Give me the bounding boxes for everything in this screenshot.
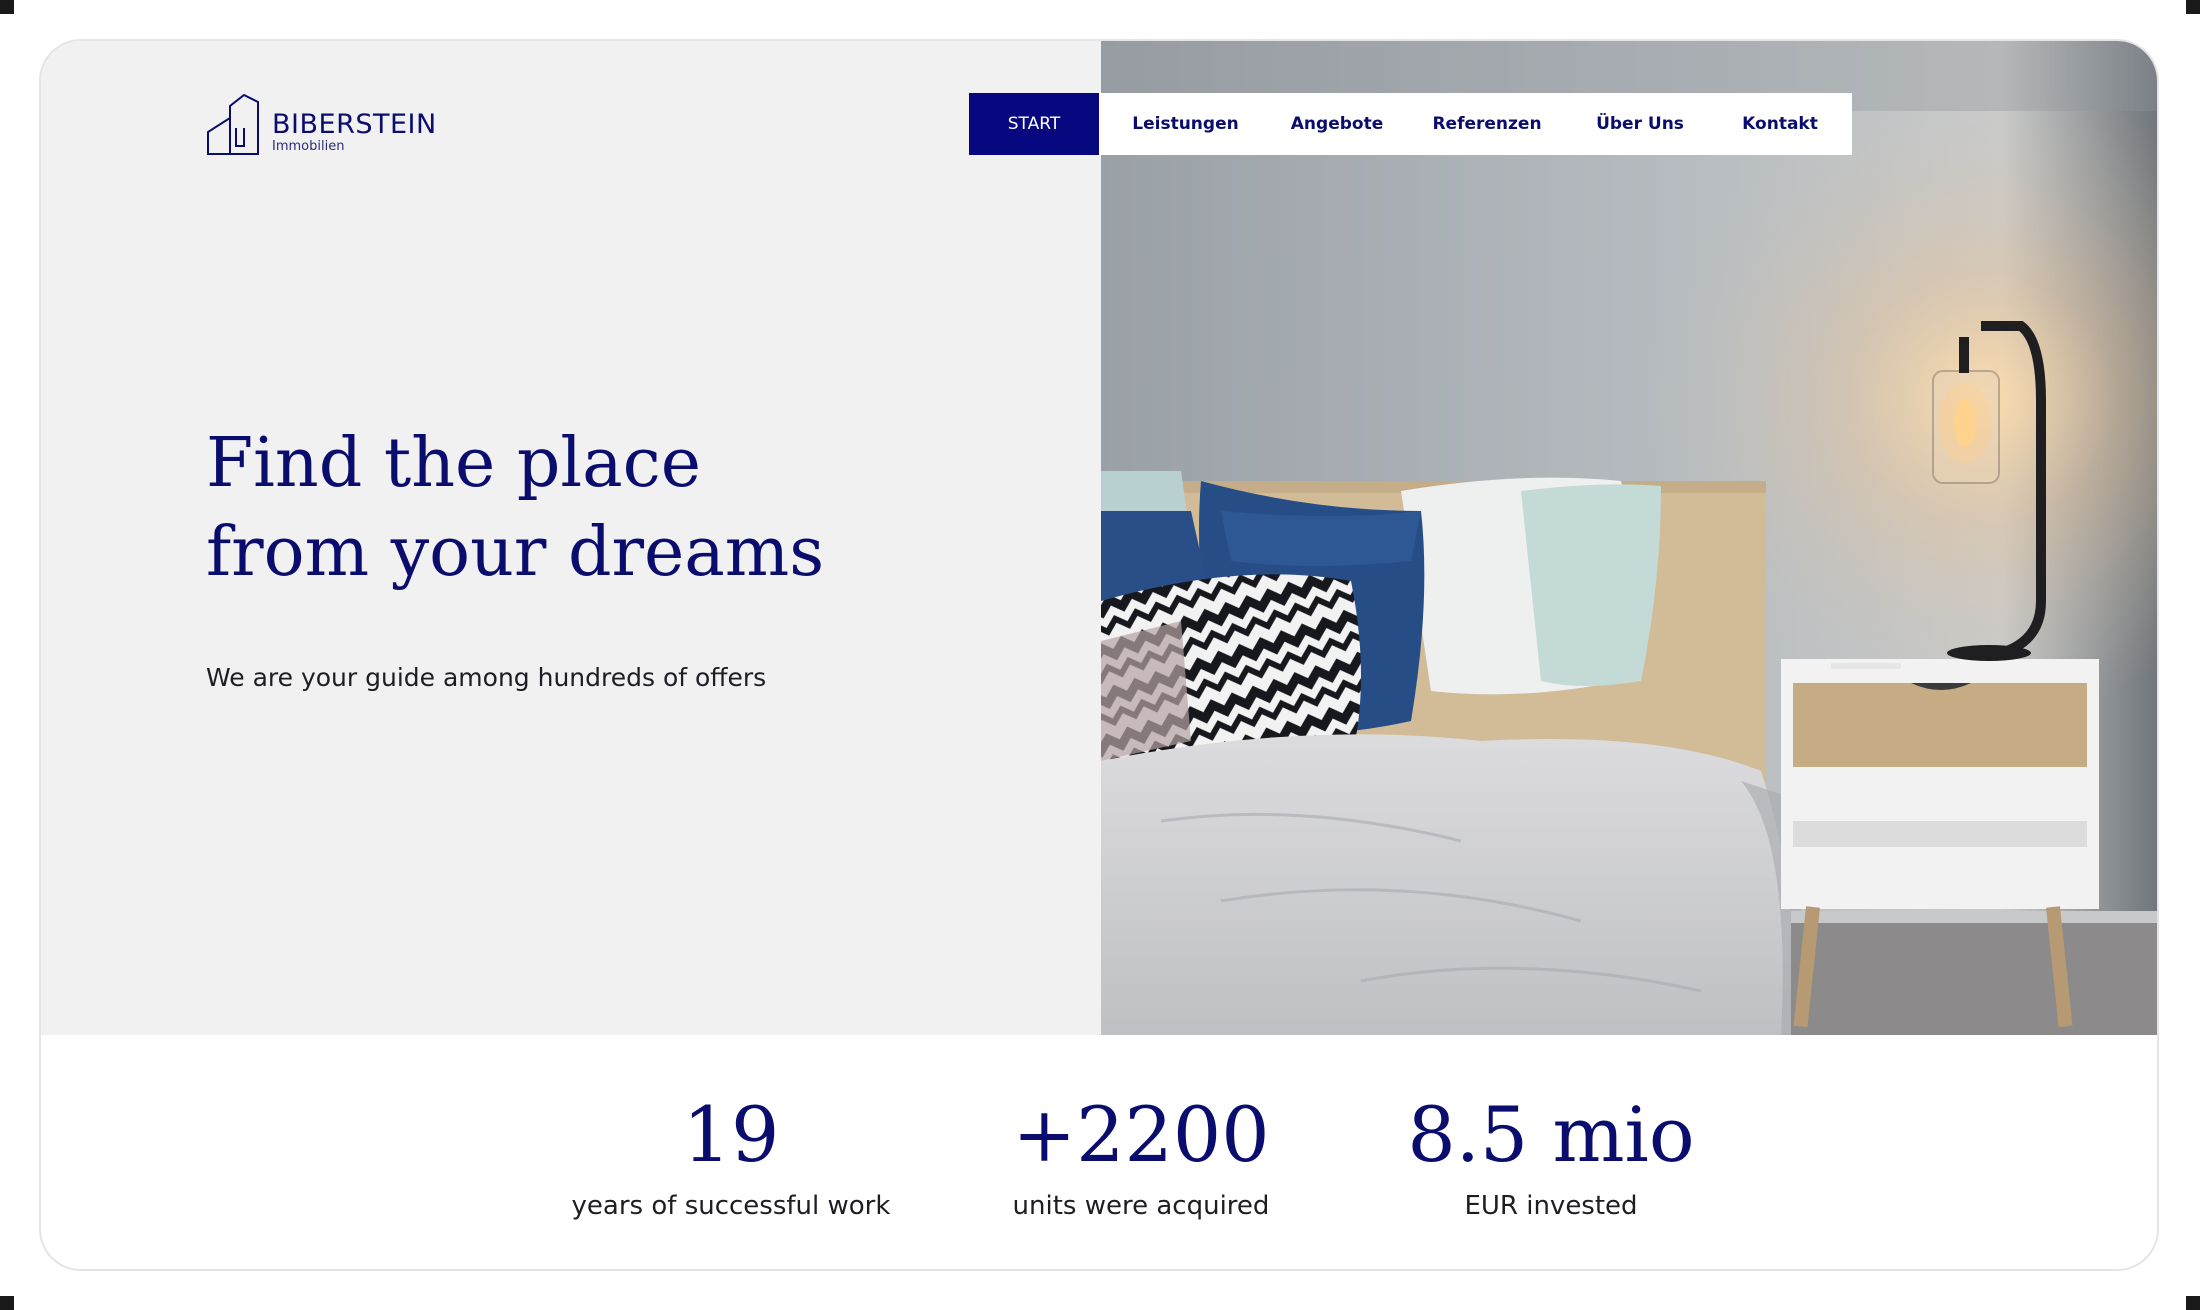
stat-label: EUR invested (1464, 1191, 1638, 1221)
brand-logo[interactable]: BIBERSTEIN Immobilien (206, 94, 437, 156)
nav-item-angebote[interactable]: Angebote (1272, 93, 1402, 155)
stat-value: 19 (682, 1090, 780, 1179)
page-frame: BIBERSTEIN Immobilien Find the place fro… (39, 39, 2159, 1271)
stat-label: units were acquired (1012, 1191, 1270, 1221)
brand-name: BIBERSTEIN (272, 109, 437, 140)
hero-image (1101, 41, 2157, 1035)
house-outline-icon (207, 94, 259, 155)
stat-label: years of successful work (571, 1191, 891, 1221)
stat-years: 19 years of successful work (511, 1035, 951, 1222)
corner-marker (2186, 1296, 2200, 1310)
stat-units: +2200 units were acquired (921, 1035, 1361, 1222)
brand-subtitle: Immobilien (272, 139, 345, 154)
hero-left-panel: BIBERSTEIN Immobilien Find the place fro… (41, 41, 1101, 1035)
bedroom-photo (1101, 41, 2157, 1035)
hero-headline-line2: from your dreams (206, 513, 825, 592)
nav-item-start[interactable]: START (969, 93, 1099, 155)
corner-marker (2186, 0, 2200, 14)
corner-marker (0, 1296, 14, 1310)
nav-item-referenzen[interactable]: Referenzen (1402, 93, 1572, 155)
hero-subtitle: We are your guide among hundreds of offe… (206, 663, 767, 692)
hero-headline: Find the place from your dreams (206, 419, 1026, 597)
stat-value: +2200 (1012, 1090, 1270, 1179)
nav-item-ueber-uns[interactable]: Über Uns (1572, 93, 1708, 155)
nav-item-kontakt[interactable]: Kontakt (1708, 93, 1852, 155)
corner-marker (0, 0, 14, 14)
main-navigation: START Leistungen Angebote Referenzen Übe… (969, 93, 1852, 155)
brand-wordmark: BIBERSTEIN Immobilien (272, 111, 437, 154)
stats-section: 19 years of successful work +2200 units … (41, 1035, 2157, 1269)
stat-value: 8.5 mio (1407, 1090, 1695, 1179)
hero-headline-line1: Find the place (206, 424, 701, 503)
stat-invested: 8.5 mio EUR invested (1331, 1035, 1771, 1222)
nav-item-leistungen[interactable]: Leistungen (1099, 93, 1272, 155)
